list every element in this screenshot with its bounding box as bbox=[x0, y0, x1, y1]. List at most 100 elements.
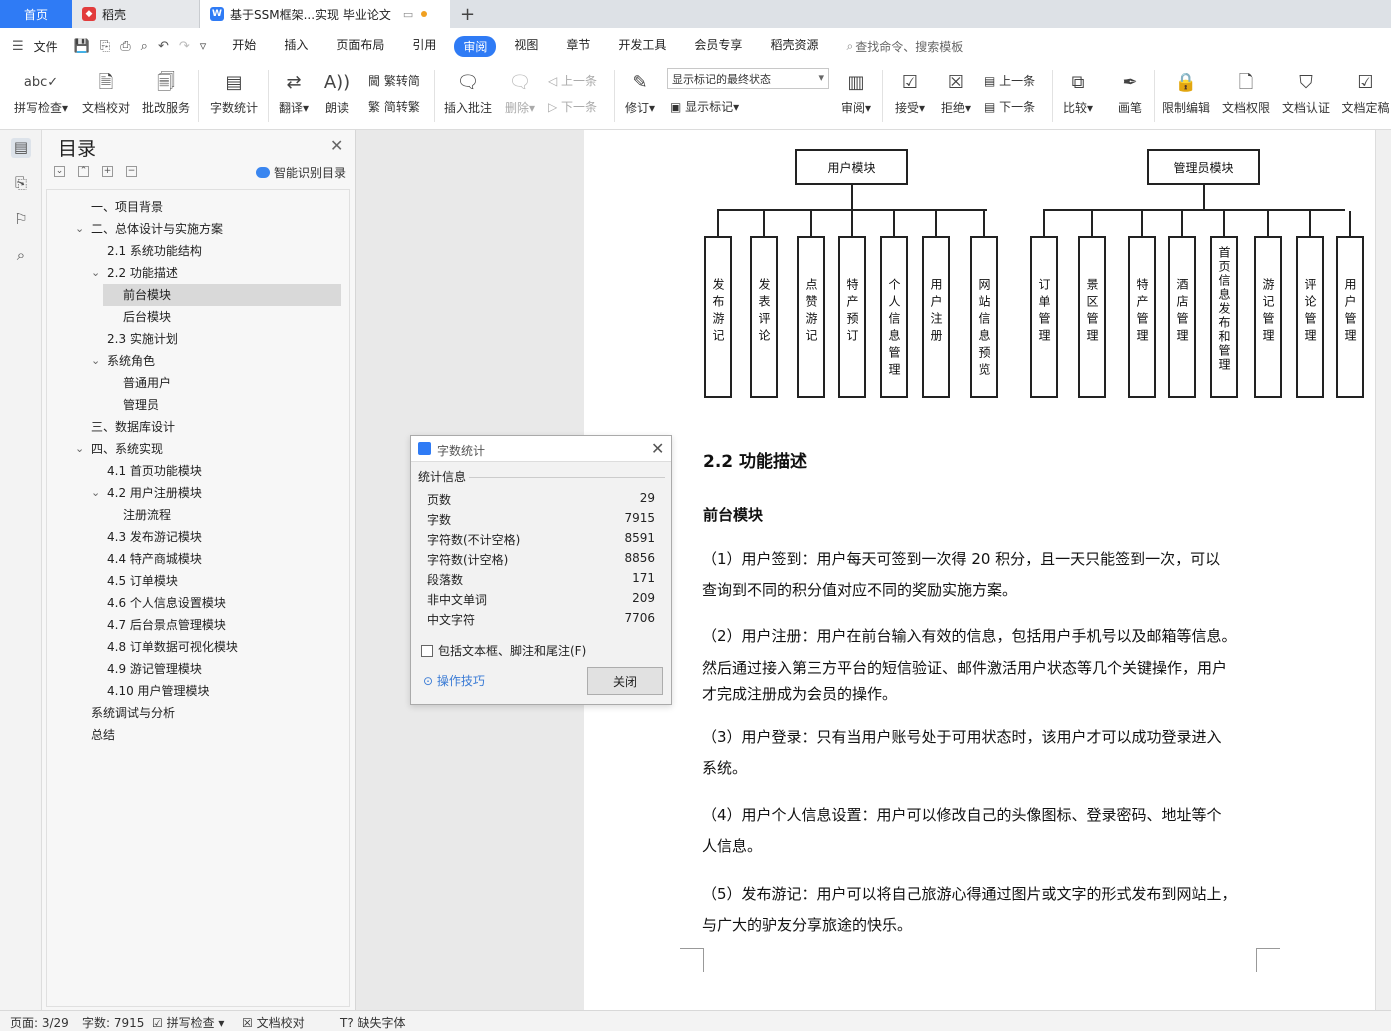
spell-check-button[interactable]: abc✓ 拼写检查▾ bbox=[12, 70, 70, 116]
spell-check-status[interactable]: ☑ 拼写检查 ▾ bbox=[152, 1014, 224, 1031]
toc-item[interactable]: 普通用户 bbox=[123, 372, 171, 394]
close-icon[interactable]: ✕ bbox=[651, 439, 664, 458]
remove-heading-icon[interactable]: − bbox=[126, 166, 137, 177]
toc-item[interactable]: 管理员 bbox=[123, 394, 159, 416]
next-comment-button[interactable]: ▷ 下一条 bbox=[548, 98, 597, 115]
proofread-status[interactable]: ☒ 文档校对 bbox=[242, 1014, 305, 1031]
toc-item[interactable]: 4.4 特产商城模块 bbox=[107, 548, 202, 570]
toc-item[interactable]: 4.3 发布游记模块 bbox=[107, 526, 202, 548]
toc-item[interactable]: 4.5 订单模块 bbox=[107, 570, 178, 592]
toc-item[interactable]: 系统调试与分析 bbox=[91, 702, 175, 724]
toc-item[interactable]: 后台模块 bbox=[123, 306, 171, 328]
tab-document[interactable]: W 基于SSM框架...实现 毕业论文 ▭ bbox=[200, 0, 450, 28]
chapter-nav-icon[interactable]: ⎘ bbox=[11, 174, 31, 194]
collapse-all-icon[interactable]: ⌄ bbox=[54, 166, 65, 177]
chevron-down-icon[interactable]: ⌄ bbox=[91, 350, 100, 372]
document-page[interactable]: 用户模块 管理员模块 发布游记 发表评论 点赞游记 特产预订 个人信息管理 用户注册 网站信… bbox=[584, 130, 1375, 1010]
correction-service-button[interactable]: 🗐 批改服务 bbox=[140, 70, 192, 116]
undo-icon[interactable]: ↶ bbox=[158, 39, 169, 54]
preview-icon[interactable]: ⌕ bbox=[141, 39, 148, 54]
markup-state-select[interactable]: 显示标记的最终状态 ▾ bbox=[667, 68, 829, 89]
toc-item[interactable]: 2.3 实施计划 bbox=[107, 328, 178, 350]
doc-cert-button[interactable]: ⛉ 文档认证 bbox=[1280, 70, 1332, 116]
doc-final-button[interactable]: ☑ 文档定稿 bbox=[1340, 70, 1391, 116]
menu-tab-reference[interactable]: 引用 bbox=[412, 36, 436, 57]
doc-permission-button[interactable]: 🗋 文档权限 bbox=[1220, 70, 1272, 116]
hamburger-icon[interactable]: ☰ bbox=[12, 39, 24, 54]
pen-button[interactable]: ✒ 画笔 bbox=[1114, 70, 1146, 116]
toc-item[interactable]: 4.7 后台景点管理模块 bbox=[107, 614, 226, 636]
toc-item[interactable]: 4.6 个人信息设置模块 bbox=[107, 592, 226, 614]
menu-tab-insert[interactable]: 插入 bbox=[284, 36, 308, 57]
toc-item[interactable]: 2.1 系统功能结构 bbox=[107, 240, 202, 262]
translate-button[interactable]: ⇄ 翻译▾ bbox=[276, 70, 312, 116]
toc-item[interactable]: ⌄ 2.2 功能描述 bbox=[91, 262, 178, 284]
close-icon[interactable]: ✕ bbox=[330, 136, 343, 155]
redo-icon[interactable]: ↷ bbox=[179, 39, 190, 54]
word-count-indicator[interactable]: 字数: 7915 bbox=[82, 1014, 144, 1031]
menu-tab-dev[interactable]: 开发工具 bbox=[618, 36, 666, 57]
menu-tab-start[interactable]: 开始 bbox=[232, 36, 256, 57]
prev-comment-button[interactable]: ◁ 上一条 bbox=[548, 72, 597, 89]
toc-item[interactable]: 三、数据库设计 bbox=[91, 416, 175, 438]
dialog-titlebar[interactable]: 字数统计 bbox=[411, 436, 671, 462]
toc-item[interactable]: 一、项目背景 bbox=[91, 196, 163, 218]
menu-tab-view[interactable]: 视图 bbox=[514, 36, 538, 57]
toc-item[interactable]: ⌄ 二、总体设计与实施方案 bbox=[75, 218, 223, 240]
toc-item[interactable]: 总结 bbox=[91, 724, 115, 746]
toc-item[interactable]: ⌄ 系统角色 bbox=[91, 350, 155, 372]
compare-button[interactable]: ⧉ 比较▾ bbox=[1060, 70, 1096, 116]
toc-item[interactable]: 4.9 游记管理模块 bbox=[107, 658, 202, 680]
read-aloud-button[interactable]: A)) 朗读 bbox=[322, 70, 352, 116]
expand-up-icon[interactable]: ⌃ bbox=[78, 166, 89, 177]
prev-change-button[interactable]: ▤ 上一条 bbox=[984, 72, 1035, 89]
menu-tab-member[interactable]: 会员专享 bbox=[694, 36, 742, 57]
toc-item[interactable]: ⌄ 4.2 用户注册模块 bbox=[91, 482, 202, 504]
menu-file[interactable]: 文件 bbox=[34, 38, 58, 55]
accept-button[interactable]: ☑ 接受▾ bbox=[892, 70, 928, 116]
proofread-button[interactable]: 🗎 文档校对 bbox=[80, 70, 132, 116]
next-change-button[interactable]: ▤ 下一条 bbox=[984, 98, 1035, 115]
chevron-down-icon[interactable]: ⌄ bbox=[91, 262, 100, 284]
review-pane-button[interactable]: ▥ 审阅▾ bbox=[838, 70, 874, 116]
chevron-down-icon[interactable]: ⌄ bbox=[91, 482, 100, 504]
tips-link[interactable]: ⊙ 操作技巧 bbox=[423, 672, 485, 689]
toc-item[interactable]: 注册流程 bbox=[123, 504, 171, 526]
tab-daoke[interactable]: ◆ 稻壳 bbox=[72, 0, 200, 28]
toc-item[interactable]: 4.8 订单数据可视化模块 bbox=[107, 636, 238, 658]
insert-comment-button[interactable]: 🗨 插入批注 bbox=[442, 70, 494, 116]
export-icon[interactable]: ⎘ bbox=[100, 39, 110, 54]
monitor-icon[interactable]: ▭ bbox=[403, 8, 413, 21]
tab-home[interactable]: 首页 bbox=[0, 0, 72, 28]
page-indicator[interactable]: 页面: 3/29 bbox=[10, 1014, 69, 1031]
save-icon[interactable]: 💾 bbox=[74, 39, 90, 54]
vertical-scrollbar[interactable] bbox=[1375, 130, 1391, 1010]
reject-button[interactable]: ☒ 拒绝▾ bbox=[938, 70, 974, 116]
bookmark-icon[interactable]: ⚐ bbox=[11, 210, 31, 230]
add-heading-icon[interactable]: + bbox=[102, 166, 113, 177]
simp-to-trad-button[interactable]: 繁 简转繁 bbox=[368, 98, 420, 115]
menu-tab-layout[interactable]: 页面布局 bbox=[336, 36, 384, 57]
missing-font-status[interactable]: T? 缺失字体 bbox=[340, 1014, 406, 1031]
close-button[interactable]: 关闭 bbox=[587, 667, 663, 695]
chevron-down-icon[interactable]: ⌄ bbox=[75, 218, 84, 240]
toc-pane-icon[interactable]: ▤ bbox=[11, 138, 31, 158]
include-textbox-checkbox[interactable]: 包括文本框、脚注和尾注(F) bbox=[421, 642, 586, 659]
trad-to-simp-button[interactable]: 閫 繁转简 bbox=[368, 72, 420, 89]
menu-tab-chapter[interactable]: 章节 bbox=[566, 36, 590, 57]
new-tab-button[interactable]: + bbox=[450, 0, 485, 28]
toc-item[interactable]: 4.10 用户管理模块 bbox=[107, 680, 210, 702]
delete-comment-button[interactable]: 🗨 删除▾ bbox=[502, 70, 538, 116]
toc-item[interactable]: ⌄ 四、系统实现 bbox=[75, 438, 163, 460]
track-changes-button[interactable]: ✎ 修订▾ bbox=[622, 70, 658, 116]
menu-tab-review[interactable]: 审阅 bbox=[454, 35, 497, 57]
restrict-edit-button[interactable]: 🔒 限制编辑 bbox=[1160, 70, 1212, 116]
search-icon[interactable]: ⌕ bbox=[11, 246, 31, 266]
chevron-down-icon[interactable]: ⌄ bbox=[75, 438, 84, 460]
quick-access-dropdown-icon[interactable]: ▿ bbox=[200, 39, 207, 54]
toc-item[interactable]: 4.1 首页功能模块 bbox=[107, 460, 202, 482]
toc-item[interactable]: 前台模块 bbox=[103, 284, 341, 306]
print-icon[interactable]: ⎙ bbox=[120, 39, 130, 54]
menu-tab-daoke[interactable]: 稻壳资源 bbox=[770, 36, 818, 57]
command-search[interactable]: 查找命令、搜索模板 bbox=[855, 38, 963, 55]
